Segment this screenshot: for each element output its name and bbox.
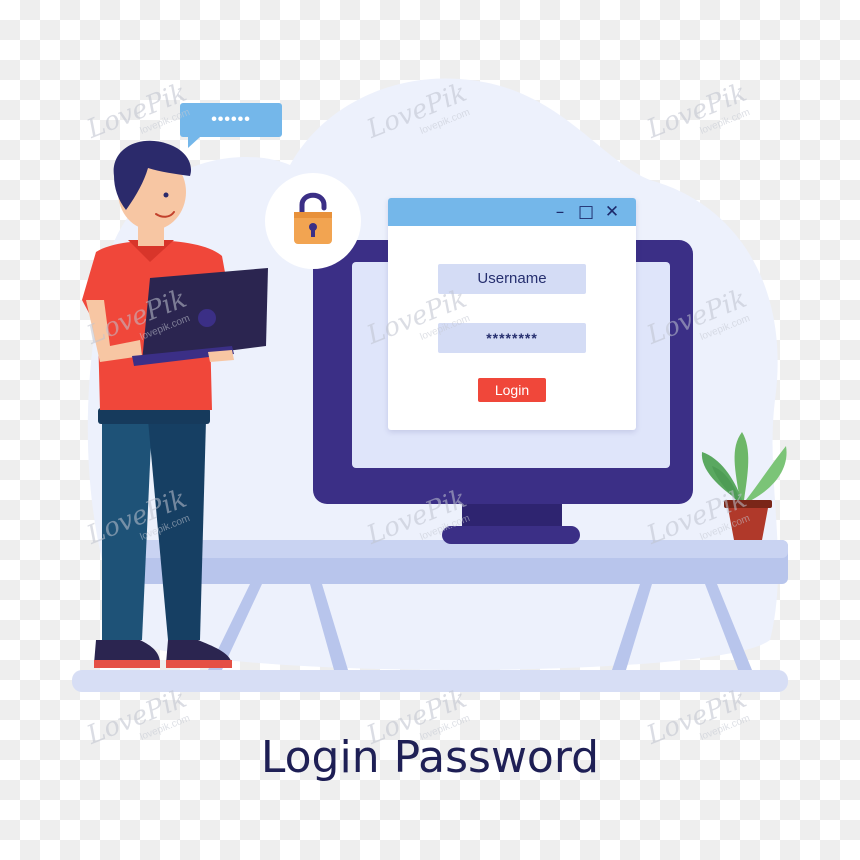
speech-bubble-text: •••••• [211,111,251,128]
unlocked-padlock-icon [265,173,361,269]
window-close-icon[interactable]: ✕ [602,202,622,222]
username-field[interactable]: Username [438,264,586,294]
password-field[interactable]: ******** [438,323,586,353]
login-button[interactable]: Login [478,378,546,402]
login-window: – □ ✕ Username ******** Login [388,198,636,430]
window-minimize-icon[interactable]: – [550,202,570,222]
window-maximize-icon[interactable]: □ [576,202,596,222]
illustration-scene: •••••• – □ ✕ Username ******** Login Log… [0,0,860,860]
window-title-bar: – □ ✕ [388,198,636,226]
caption-title: Login Password [260,732,600,783]
